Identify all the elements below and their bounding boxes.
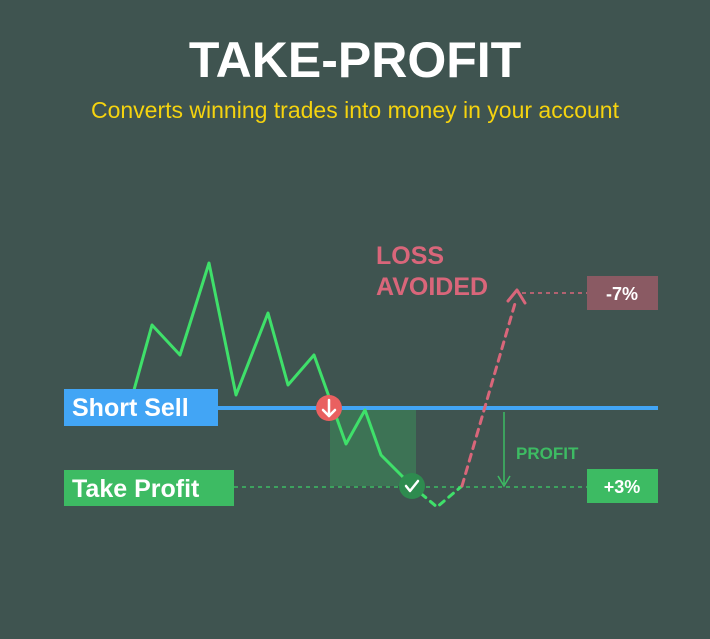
loss-pct: -7% xyxy=(606,284,638,304)
take-profit-label: Take Profit xyxy=(72,475,200,503)
loss-path xyxy=(460,298,518,488)
loss-arrowhead xyxy=(506,288,527,305)
loss-avoided-line2: AVOIDED xyxy=(376,273,488,301)
short-sell-label: Short Sell xyxy=(72,394,189,422)
profit-zone xyxy=(330,408,416,486)
entry-marker xyxy=(316,395,342,421)
take-profit-diagram: Short Sell Take Profit LOSS AVOIDED PROF… xyxy=(64,242,658,509)
profit-label: PROFIT xyxy=(516,444,579,463)
exit-marker xyxy=(399,473,425,499)
profit-pct: +3% xyxy=(604,477,641,497)
loss-avoided-line1: LOSS xyxy=(376,242,444,270)
